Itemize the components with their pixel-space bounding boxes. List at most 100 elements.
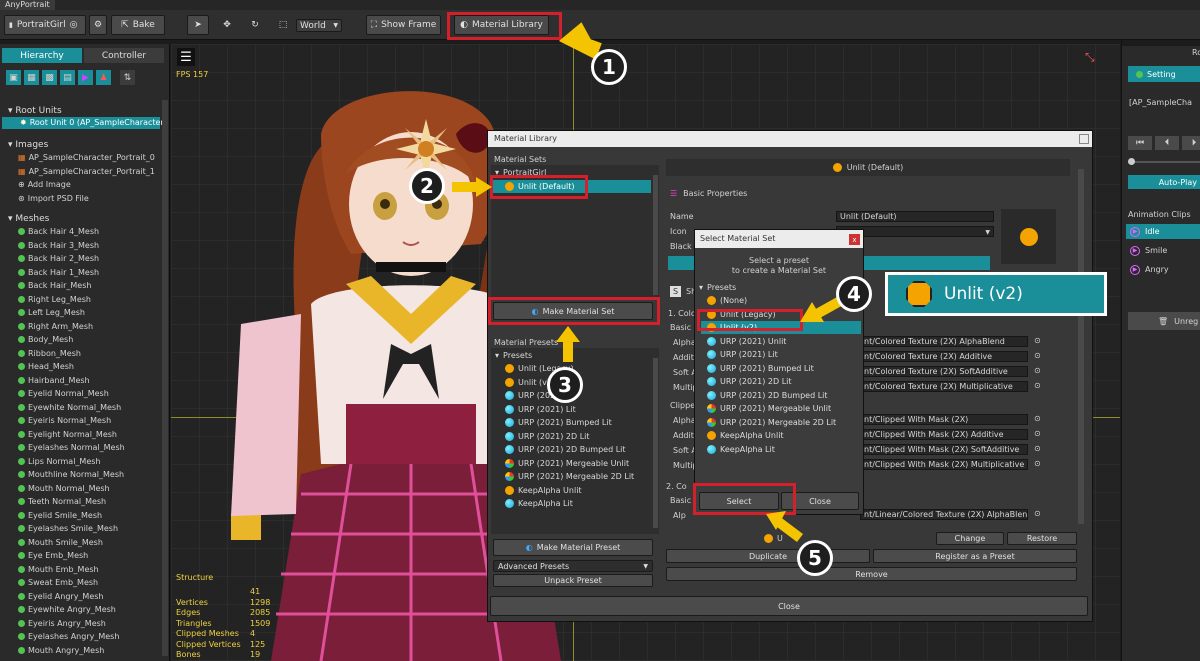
preset-item[interactable]: URP (2021) Mergeable 2D Lit	[505, 472, 634, 481]
select-item[interactable]: URP (2021) Unlit	[701, 335, 861, 348]
target-icon[interactable]: ⊙	[1034, 351, 1041, 360]
mesh-item[interactable]: Mouthline Normal_Mesh	[18, 470, 124, 479]
meshes-header[interactable]: ▾ Meshes	[8, 214, 49, 224]
mesh-item[interactable]: Eyeiris Normal_Mesh	[18, 416, 111, 425]
mesh-item[interactable]: Eyeiris Angry_Mesh	[18, 619, 106, 628]
shader-field[interactable]: nt/Clipped With Mask (2X) Multiplicative	[860, 459, 1028, 470]
autoplay-button[interactable]: Auto-Play	[1128, 175, 1200, 189]
clip-item[interactable]: ▶ Idle	[1126, 224, 1200, 239]
filter-mesh-icon[interactable]: ▩	[42, 70, 57, 85]
select-item[interactable]: URP (2021) 2D Bumped Lit	[701, 389, 861, 402]
scrollbar[interactable]	[162, 100, 168, 656]
preset-item[interactable]: KeepAlpha Unlit	[505, 485, 582, 495]
select-group[interactable]: ▾ Presets	[699, 283, 736, 292]
mesh-item[interactable]: Back Hair 2_Mesh	[18, 254, 99, 263]
shader-field[interactable]: nt/Clipped With Mask (2X) Additive	[860, 429, 1028, 440]
sort-icon[interactable]: ⇅	[120, 70, 135, 85]
target-icon[interactable]: ⊙	[1034, 444, 1041, 453]
preset-item[interactable]: URP (2021) 2D Bumped Lit	[505, 445, 626, 454]
unpack-preset-button[interactable]: Unpack Preset	[493, 574, 653, 587]
mesh-item[interactable]: Left Leg_Mesh	[18, 308, 85, 317]
move-tool-button[interactable]: ✥	[216, 15, 238, 35]
target-icon[interactable]: ⊙	[1034, 414, 1041, 423]
filter-anim-icon[interactable]: ▶	[78, 70, 93, 85]
setting-button[interactable]: Setting	[1128, 66, 1200, 82]
select-item[interactable]: URP (2021) Lit	[701, 348, 861, 361]
filter-bone-icon[interactable]: ♟	[96, 70, 111, 85]
preset-item[interactable]: URP (2021) Mergeable Unlit	[505, 458, 629, 468]
restore-button[interactable]: Restore	[1007, 532, 1077, 545]
mesh-item[interactable]: Eyelashes Normal_Mesh	[18, 443, 125, 452]
filter-group-icon[interactable]: ▤	[60, 70, 75, 85]
close-button[interactable]: Close	[490, 596, 1088, 616]
root-units-header[interactable]: ▾ Root Units	[8, 106, 62, 116]
images-header[interactable]: ▾ Images	[8, 140, 48, 150]
image-item[interactable]: ▦ AP_SampleCharacter_Portrait_0	[18, 153, 155, 162]
shader-field[interactable]: nt/Clipped With Mask (2X)	[860, 414, 1028, 425]
change-button[interactable]: Change	[936, 532, 1004, 545]
select-item[interactable]: URP (2021) Mergeable Unlit	[701, 402, 861, 415]
mesh-item[interactable]: Mouth Angry_Mesh	[18, 646, 104, 655]
select-button[interactable]: Select	[699, 492, 779, 510]
bake-button[interactable]: ⇱ Bake	[111, 15, 165, 35]
select-item[interactable]: URP (2021) 2D Lit	[701, 375, 861, 388]
mesh-item[interactable]: Body_Mesh	[18, 335, 73, 344]
remove-button[interactable]: Remove	[666, 567, 1077, 581]
filter-image-icon[interactable]: ▦	[24, 70, 39, 85]
mesh-item[interactable]: Lips Normal_Mesh	[18, 457, 100, 466]
app-tab[interactable]: AnyPortrait	[0, 0, 55, 10]
mesh-item[interactable]: Sweat Emb_Mesh	[18, 578, 98, 587]
clip-item[interactable]: ▶ Smile	[1126, 243, 1200, 258]
preset-item[interactable]: URP (2021) Bumped Lit	[505, 418, 612, 427]
mesh-item[interactable]: Back Hair 1_Mesh	[18, 268, 99, 277]
register-preset-button[interactable]: Register as a Preset	[873, 549, 1077, 563]
mesh-item[interactable]: Mouth Normal_Mesh	[18, 484, 110, 493]
target-icon[interactable]: ⊙	[1034, 509, 1041, 518]
shader-field[interactable]: nt/Colored Texture (2X) Multiplicative	[860, 381, 1028, 392]
image-item[interactable]: ⊕ Add Image	[18, 180, 71, 189]
mesh-item[interactable]: Ribbon_Mesh	[18, 349, 81, 358]
mesh-item[interactable]: Teeth Normal_Mesh	[18, 497, 106, 506]
material-library-button[interactable]: ◐ Material Library	[454, 15, 549, 35]
shader-field[interactable]: nt/Colored Texture (2X) SoftAdditive	[860, 366, 1028, 377]
show-frame-button[interactable]: ⛶ Show Frame	[366, 15, 441, 35]
timeline-handle[interactable]	[1128, 158, 1135, 165]
mesh-item[interactable]: Back Hair_Mesh	[18, 281, 91, 290]
mesh-item[interactable]: Eyelid Smile_Mesh	[18, 511, 102, 520]
make-material-preset-button[interactable]: ◐ Make Material Preset	[493, 539, 653, 556]
timeline-slider[interactable]	[1128, 161, 1200, 163]
select-item[interactable]: KeepAlpha Unlit	[701, 429, 861, 442]
shader-field[interactable]: nt/Colored Texture (2X) AlphaBlend	[860, 336, 1028, 347]
tab-hierarchy[interactable]: Hierarchy	[2, 48, 82, 63]
shader-field[interactable]: nt/Clipped With Mask (2X) SoftAdditive	[860, 444, 1028, 455]
scrollbar[interactable]	[653, 175, 658, 295]
presets-group[interactable]: ▾ Presets	[495, 351, 532, 360]
clip-item[interactable]: ▶ Angry	[1126, 262, 1200, 277]
right-tab[interactable]: Ro	[1192, 48, 1200, 57]
target-icon[interactable]: ⊙	[1034, 429, 1041, 438]
scale-tool-button[interactable]: ⬚	[272, 15, 294, 35]
shader-field[interactable]: nt/Colored Texture (2X) Additive	[860, 351, 1028, 362]
preset-item[interactable]: URP (2021) Lit	[505, 404, 576, 414]
mesh-item[interactable]: Eyelashes Angry_Mesh	[18, 632, 119, 641]
mesh-item[interactable]: Right Arm_Mesh	[18, 322, 93, 331]
image-item[interactable]: ⊛ Import PSD File	[18, 194, 89, 203]
select-item[interactable]: KeepAlpha Lit	[701, 443, 861, 456]
mesh-item[interactable]: Mouth Smile_Mesh	[18, 538, 103, 547]
mesh-item[interactable]: Eyelid Angry_Mesh	[18, 592, 103, 601]
mesh-item[interactable]: Right Leg_Mesh	[18, 295, 91, 304]
scrollbar[interactable]	[653, 358, 658, 528]
make-material-set-button[interactable]: ◐ Make Material Set	[493, 302, 653, 320]
rotate-tool-button[interactable]: ↻	[244, 15, 266, 35]
mesh-item[interactable]: Back Hair 4_Mesh	[18, 227, 99, 236]
image-item[interactable]: ▦ AP_SampleCharacter_Portrait_1	[18, 167, 155, 176]
mesh-item[interactable]: Eyelight Normal_Mesh	[18, 430, 117, 439]
select-tool-button[interactable]: ➤	[187, 15, 209, 35]
select-item[interactable]: URP (2021) Bumped Lit	[701, 362, 861, 375]
unregister-button[interactable]: 🗑 Unreg	[1128, 312, 1200, 330]
select-item[interactable]: URP (2021) Mergeable 2D Lit	[701, 416, 861, 429]
target-icon[interactable]: ⊙	[1034, 381, 1041, 390]
mesh-item[interactable]: Head_Mesh	[18, 362, 74, 371]
preset-item[interactable]: KeepAlpha Lit	[505, 499, 573, 508]
mesh-item[interactable]: Hairband_Mesh	[18, 376, 90, 385]
